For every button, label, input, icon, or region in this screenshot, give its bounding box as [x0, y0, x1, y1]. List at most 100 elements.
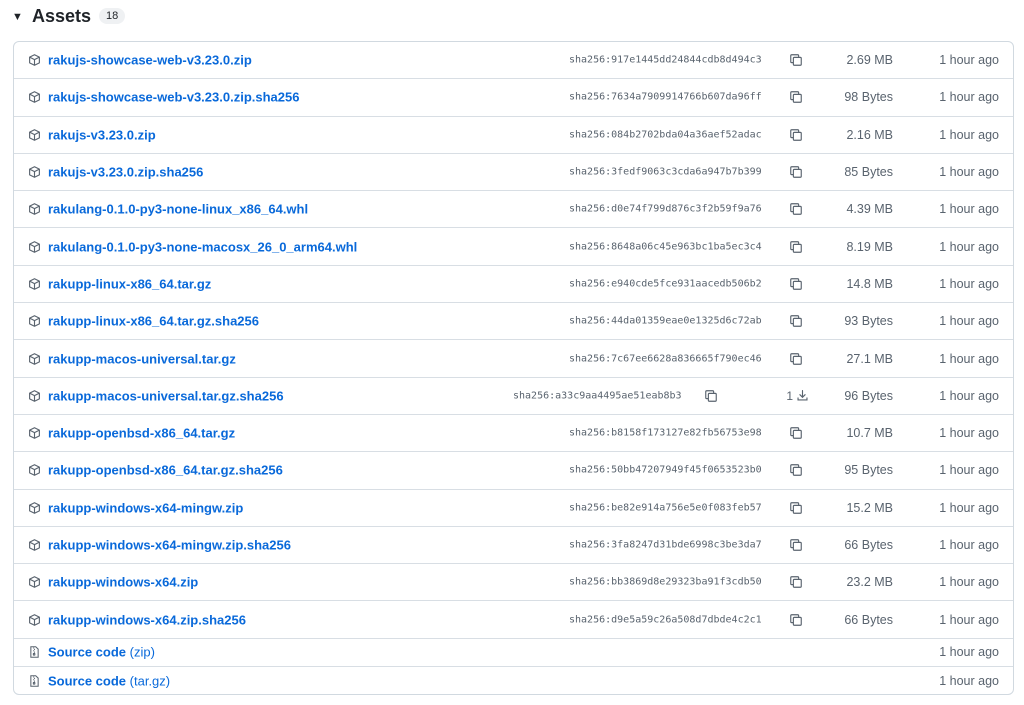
package-icon [28, 277, 41, 290]
asset-time: 1 hour ago [939, 388, 999, 403]
asset-link[interactable]: rakulang-0.1.0-py3-none-macosx_26_0_arm6… [48, 239, 357, 254]
copy-icon[interactable] [789, 426, 803, 440]
copy-icon[interactable] [789, 240, 803, 254]
package-icon [28, 539, 41, 552]
copy-icon[interactable] [789, 613, 803, 627]
package-icon [28, 427, 41, 440]
sha256-digest: sha256:bb3869d8e29323ba91f3cdb50 [569, 576, 762, 588]
package-icon [28, 203, 41, 216]
source-code-format: (tar.gz) [129, 673, 171, 689]
asset-link[interactable]: rakupp-windows-x64.zip.sha256 [48, 612, 246, 627]
asset-size: 93 Bytes [844, 314, 893, 329]
copy-icon[interactable] [789, 463, 803, 477]
asset-row: rakupp-windows-x64.zip sha256:bb3869d8e29… [14, 564, 1013, 602]
copy-icon[interactable] [704, 389, 718, 403]
source-code-format: (zip) [129, 644, 155, 660]
asset-link[interactable]: rakupp-linux-x86_64.tar.gz [48, 276, 211, 291]
asset-time: 1 hour ago [939, 276, 999, 291]
asset-link[interactable]: rakupp-macos-universal.tar.gz.sha256 [48, 388, 284, 403]
asset-link[interactable]: rakupp-windows-x64-mingw.zip.sha256 [48, 538, 291, 553]
copy-icon[interactable] [789, 128, 803, 142]
download-count-value: 1 [786, 388, 793, 403]
asset-time: 1 hour ago [939, 463, 999, 478]
sha256-digest: sha256:084b2702bda04a36aef52adac [569, 129, 762, 141]
asset-size: 8.19 MB [846, 239, 893, 254]
asset-row: rakupp-macos-universal.tar.gz sha256:7c67… [14, 340, 1013, 378]
asset-time: 1 hour ago [939, 53, 999, 68]
asset-row: rakupp-linux-x86_64.tar.gz sha256:e940cde… [14, 266, 1013, 304]
copy-icon[interactable] [789, 53, 803, 67]
copy-icon[interactable] [789, 575, 803, 589]
asset-link[interactable]: rakujs-v3.23.0.zip.sha256 [48, 165, 203, 180]
asset-time: 1 hour ago [939, 90, 999, 105]
sha256-digest: sha256:3fa8247d31bde6998c3be3da7 [569, 539, 762, 551]
sha256-digest: sha256:e940cde5fce931aacedb506b2 [569, 278, 762, 290]
file-zip-icon [28, 674, 41, 687]
assets-header[interactable]: ▼ Assets 18 [12, 4, 126, 28]
sha256-digest: sha256:d0e74f799d876c3f2b59f9a76 [569, 203, 762, 215]
sha256-digest: sha256:44da01359eae0e1325d6c72ab [569, 315, 762, 327]
copy-icon[interactable] [789, 90, 803, 104]
package-icon [28, 464, 41, 477]
asset-link[interactable]: rakupp-windows-x64.zip [48, 575, 198, 590]
asset-time: 1 hour ago [939, 612, 999, 627]
source-code-link[interactable]: Source code (tar.gz) [48, 673, 170, 688]
asset-time: 1 hour ago [939, 538, 999, 552]
sha256-digest: sha256:8648a06c45e963bc1ba5ec3c4 [569, 241, 762, 253]
collapse-caret-icon[interactable]: ▼ [12, 11, 24, 23]
copy-icon[interactable] [789, 314, 803, 328]
sha256-digest: sha256:be82e914a756e5e0f083feb57 [569, 502, 762, 514]
sha256-digest: sha256:917e1445dd24844cdb8d494c3 [569, 54, 762, 66]
asset-time: 1 hour ago [939, 165, 999, 180]
package-icon [28, 128, 41, 141]
file-zip-icon [28, 646, 41, 659]
asset-link[interactable]: rakujs-v3.23.0.zip [48, 127, 156, 142]
asset-link[interactable]: rakujs-showcase-web-v3.23.0.zip [48, 53, 252, 68]
asset-size: 85 Bytes [844, 165, 893, 180]
asset-size: 66 Bytes [844, 612, 893, 627]
asset-row: rakupp-windows-x64.zip.sha256 sha256:d9e5… [14, 601, 1013, 639]
package-icon [28, 166, 41, 179]
copy-icon[interactable] [789, 352, 803, 366]
asset-time: 1 hour ago [939, 351, 999, 366]
copy-icon[interactable] [789, 202, 803, 216]
asset-size: 98 Bytes [844, 90, 893, 105]
asset-link[interactable]: rakupp-macos-universal.tar.gz [48, 351, 236, 366]
download-count: 1 [786, 389, 809, 403]
source-code-label: Source code [48, 644, 127, 660]
sha256-digest: sha256:d9e5a59c26a508d7dbde4c2c1 [569, 614, 762, 626]
source-code-row: Source code (tar.gz) 1 hour ago [14, 667, 1013, 694]
asset-row: rakupp-macos-universal.tar.gz.sha256 sha2… [14, 378, 1013, 415]
asset-row: rakupp-openbsd-x86_64.tar.gz.sha256 sha25… [14, 452, 1013, 490]
asset-row: rakupp-windows-x64-mingw.zip.sha256 sha25… [14, 527, 1013, 565]
asset-row: rakujs-v3.23.0.zip.sha256 sha256:3fedf906… [14, 154, 1013, 192]
asset-time: 1 hour ago [939, 202, 999, 217]
asset-link[interactable]: rakupp-linux-x86_64.tar.gz.sha256 [48, 314, 259, 329]
sha256-digest: sha256:a33c9aa4495ae51eab8b3 [513, 390, 682, 402]
download-icon [796, 389, 809, 402]
asset-link[interactable]: rakupp-openbsd-x86_64.tar.gz [48, 426, 235, 441]
asset-time: 1 hour ago [939, 426, 999, 441]
source-time: 1 hour ago [939, 645, 999, 660]
package-icon [28, 315, 41, 328]
asset-row: rakupp-windows-x64-mingw.zip sha256:be82e… [14, 490, 1013, 527]
copy-icon[interactable] [789, 538, 803, 552]
copy-icon[interactable] [789, 501, 803, 515]
source-code-row: Source code (zip) 1 hour ago [14, 639, 1013, 667]
asset-size: 66 Bytes [844, 538, 893, 552]
assets-count-badge: 18 [99, 8, 126, 24]
package-icon [28, 389, 41, 402]
asset-size: 95 Bytes [844, 463, 893, 478]
copy-icon[interactable] [789, 165, 803, 179]
asset-link[interactable]: rakujs-showcase-web-v3.23.0.zip.sha256 [48, 90, 299, 105]
asset-row: rakulang-0.1.0-py3-none-linux_x86_64.whl… [14, 191, 1013, 229]
copy-icon[interactable] [789, 277, 803, 291]
asset-link[interactable]: rakulang-0.1.0-py3-none-linux_x86_64.whl [48, 202, 308, 217]
asset-link[interactable]: rakupp-openbsd-x86_64.tar.gz.sha256 [48, 463, 283, 478]
asset-row: rakujs-showcase-web-v3.23.0.zip sha256:91… [14, 42, 1013, 80]
asset-time: 1 hour ago [939, 239, 999, 254]
asset-link[interactable]: rakupp-windows-x64-mingw.zip [48, 500, 243, 515]
asset-size: 4.39 MB [846, 202, 893, 217]
source-code-link[interactable]: Source code (zip) [48, 645, 155, 660]
source-code-label: Source code [48, 673, 127, 689]
